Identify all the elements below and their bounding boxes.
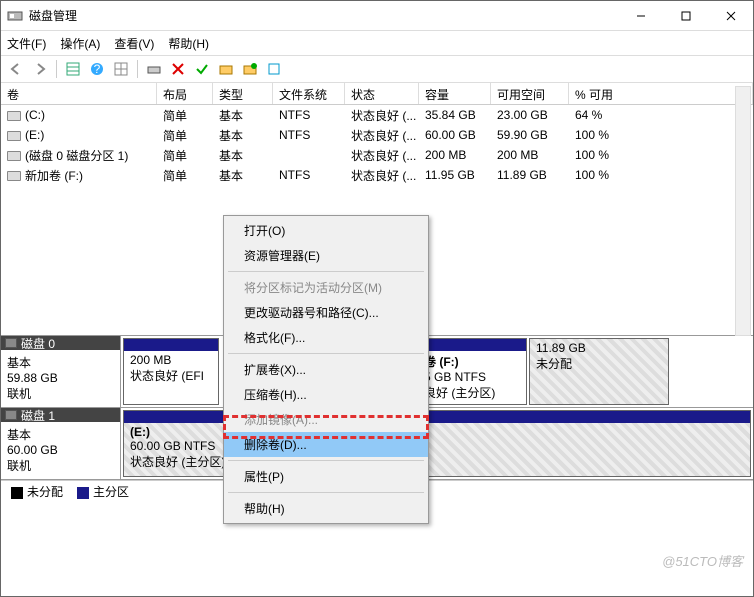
unallocated-swatch [11, 487, 23, 499]
back-button[interactable] [5, 58, 27, 80]
properties-icon[interactable] [263, 58, 285, 80]
col-status[interactable]: 状态 [345, 83, 419, 104]
menu-separator [228, 492, 424, 493]
drive-icon [7, 151, 21, 161]
maximize-button[interactable] [663, 2, 708, 30]
disk-0-header[interactable]: 磁盘 0 基本 59.88 GB 联机 [1, 336, 121, 407]
col-free[interactable]: 可用空间 [491, 83, 569, 104]
menu-extend[interactable]: 扩展卷(X)... [224, 357, 428, 382]
partition[interactable]: (E:) 60.00 GB NTFS 状态良好 (主分区) [123, 410, 751, 477]
volume-row[interactable]: (E:) 简单 基本 NTFS 状态良好 (... 60.00 GB 59.90… [1, 125, 753, 145]
new-icon[interactable] [239, 58, 261, 80]
partition[interactable]: 200 MB 状态良好 (EFI [123, 338, 219, 405]
menu-properties[interactable]: 属性(P) [224, 464, 428, 489]
menu-file[interactable]: 文件(F) [7, 35, 46, 52]
toolbar: ? [1, 55, 753, 83]
help-icon[interactable]: ? [86, 58, 108, 80]
menu-mark-active: 将分区标记为活动分区(M) [224, 275, 428, 300]
col-volume[interactable]: 卷 [1, 83, 157, 104]
menu-separator [228, 271, 424, 272]
partition[interactable]: 卷 (F:) 5 GB NTFS 良好 (主分区) [417, 338, 527, 405]
context-menu: 打开(O) 资源管理器(E) 将分区标记为活动分区(M) 更改驱动器号和路径(C… [223, 215, 429, 524]
minimize-button[interactable] [618, 2, 663, 30]
disk-icon [5, 410, 17, 420]
volume-row[interactable]: 新加卷 (F:) 简单 基本 NTFS 状态良好 (... 11.95 GB 1… [1, 165, 753, 185]
primary-swatch [77, 487, 89, 499]
drive-icon[interactable] [143, 58, 165, 80]
drive-icon [7, 131, 21, 141]
partition-unallocated[interactable]: 11.89 GB 未分配 [529, 338, 669, 405]
menu-view[interactable]: 查看(V) [114, 35, 154, 52]
disk-icon [5, 338, 17, 348]
folder-icon[interactable] [215, 58, 237, 80]
scrollbar[interactable] [735, 86, 751, 336]
col-capacity[interactable]: 容量 [419, 83, 491, 104]
menu-open[interactable]: 打开(O) [224, 218, 428, 243]
window-title: 磁盘管理 [29, 7, 618, 24]
menu-change-letter[interactable]: 更改驱动器号和路径(C)... [224, 300, 428, 325]
titlebar: 磁盘管理 [1, 1, 753, 31]
menu-action[interactable]: 操作(A) [60, 35, 100, 52]
col-fs[interactable]: 文件系统 [273, 83, 345, 104]
drive-icon [7, 111, 21, 121]
menubar: 文件(F) 操作(A) 查看(V) 帮助(H) [1, 31, 753, 55]
menu-format[interactable]: 格式化(F)... [224, 325, 428, 350]
delete-icon[interactable] [167, 58, 189, 80]
column-headers: 卷 布局 类型 文件系统 状态 容量 可用空间 % 可用 [1, 83, 753, 105]
menu-help[interactable]: 帮助(H) [224, 496, 428, 521]
menu-separator [228, 353, 424, 354]
menu-shrink[interactable]: 压缩卷(H)... [224, 382, 428, 407]
menu-add-mirror: 添加镜像(A)... [224, 407, 428, 432]
disk-1-header[interactable]: 磁盘 1 基本 60.00 GB 联机 [1, 408, 121, 479]
menu-separator [228, 460, 424, 461]
menu-delete-volume[interactable]: 删除卷(D)... [224, 432, 428, 457]
col-pct[interactable]: % 可用 [569, 83, 753, 104]
forward-button[interactable] [29, 58, 51, 80]
svg-text:?: ? [94, 62, 101, 76]
watermark: @51CTO博客 [662, 551, 743, 570]
menu-help[interactable]: 帮助(H) [168, 35, 209, 52]
col-type[interactable]: 类型 [213, 83, 273, 104]
close-button[interactable] [708, 2, 753, 30]
volume-row[interactable]: (C:) 简单 基本 NTFS 状态良好 (... 35.84 GB 23.00… [1, 105, 753, 125]
view-list-icon[interactable] [62, 58, 84, 80]
check-icon[interactable] [191, 58, 213, 80]
col-layout[interactable]: 布局 [157, 83, 213, 104]
drive-icon [7, 171, 21, 181]
volume-list: (C:) 简单 基本 NTFS 状态良好 (... 35.84 GB 23.00… [1, 105, 753, 185]
app-icon [7, 8, 23, 24]
volume-row[interactable]: (磁盘 0 磁盘分区 1) 简单 基本 状态良好 (... 200 MB 200… [1, 145, 753, 165]
menu-explorer[interactable]: 资源管理器(E) [224, 243, 428, 268]
table-icon[interactable] [110, 58, 132, 80]
